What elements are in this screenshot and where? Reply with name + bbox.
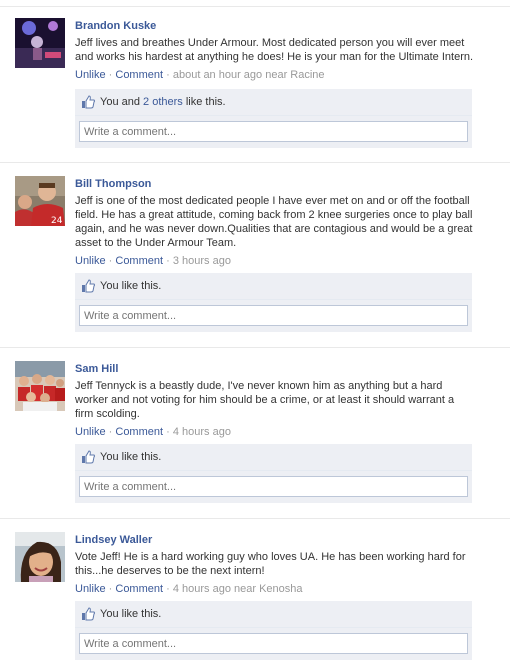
comment-input[interactable]: [79, 633, 468, 654]
author-name[interactable]: Brandon Kuske: [75, 19, 475, 33]
avatar-sam-hill[interactable]: [15, 361, 65, 411]
comment-input[interactable]: [79, 476, 468, 497]
comment-link[interactable]: Comment: [115, 583, 163, 595]
svg-text:24: 24: [51, 216, 63, 226]
post-meta: Unlike · Comment · 3 hours ago: [75, 255, 231, 267]
author-name[interactable]: Bill Thompson: [75, 177, 475, 191]
thumbs-up-icon: [82, 95, 95, 109]
post-message: Jeff lives and breathes Under Armour. Mo…: [75, 37, 474, 63]
thumbs-up-icon: [82, 607, 95, 621]
post-message: Jeff is one of the most dedicated people…: [75, 195, 473, 249]
unlike-link[interactable]: Unlike: [75, 583, 106, 595]
comment-input[interactable]: [79, 121, 468, 142]
like-text: You like this.: [100, 280, 162, 292]
author-name[interactable]: Sam Hill: [75, 362, 475, 376]
like-summary: You like this.: [75, 273, 472, 300]
story-divider: [0, 518, 510, 519]
unlike-link[interactable]: Unlike: [75, 255, 106, 267]
post-timestamp[interactable]: 4 hours ago near Kenosha: [173, 583, 303, 595]
post-timestamp[interactable]: 3 hours ago: [173, 255, 231, 267]
story-divider: [0, 162, 510, 163]
comment-link[interactable]: Comment: [115, 426, 163, 438]
thumbs-up-icon: [82, 450, 95, 464]
feedback-box: You and 2 others like this.: [75, 89, 472, 148]
like-text: You like this.: [100, 608, 162, 620]
post-meta: Unlike · Comment · 4 hours ago: [75, 426, 231, 438]
comment-row: [75, 116, 472, 148]
like-text: You like this.: [100, 451, 162, 463]
comment-link[interactable]: Comment: [115, 69, 163, 81]
avatar-brandon-kuske[interactable]: [15, 18, 65, 68]
feedback-box: You like this.: [75, 601, 472, 660]
comment-row: [75, 471, 472, 503]
feedback-box: You like this.: [75, 273, 472, 332]
unlike-link[interactable]: Unlike: [75, 69, 106, 81]
like-summary: You like this.: [75, 601, 472, 628]
author-name[interactable]: Lindsey Waller: [75, 533, 475, 547]
comment-row: [75, 628, 472, 660]
post-meta: Unlike · Comment · about an hour ago nea…: [75, 69, 325, 81]
post-timestamp[interactable]: about an hour ago near Racine: [173, 69, 325, 81]
comment-link[interactable]: Comment: [115, 255, 163, 267]
post-message: Vote Jeff! He is a hard working guy who …: [75, 551, 466, 577]
unlike-link[interactable]: Unlike: [75, 426, 106, 438]
others-link[interactable]: 2 others: [143, 96, 183, 108]
post-meta: Unlike · Comment · 4 hours ago near Keno…: [75, 583, 303, 595]
story-divider: [0, 6, 510, 7]
like-summary: You like this.: [75, 444, 472, 471]
feedback-box: You like this.: [75, 444, 472, 503]
post-message: Jeff Tennyck is a beastly dude, I've nev…: [75, 380, 455, 420]
avatar-bill-thompson[interactable]: 24: [15, 176, 65, 226]
story-divider: [0, 347, 510, 348]
comment-row: [75, 300, 472, 332]
post-timestamp[interactable]: 4 hours ago: [173, 426, 231, 438]
like-text: You and 2 others like this.: [100, 96, 226, 108]
comment-input[interactable]: [79, 305, 468, 326]
thumbs-up-icon: [82, 279, 95, 293]
like-summary: You and 2 others like this.: [75, 89, 472, 116]
avatar-lindsey-waller[interactable]: [15, 532, 65, 582]
